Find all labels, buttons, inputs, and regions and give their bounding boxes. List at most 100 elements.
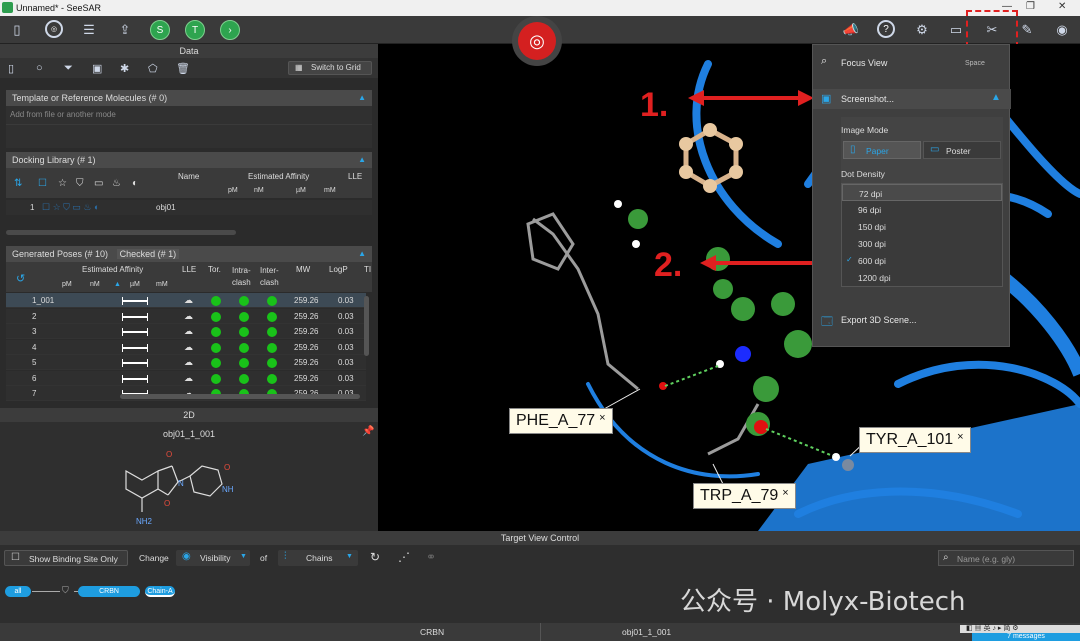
- dpi-option[interactable]: 1200 dpi: [842, 269, 1002, 286]
- mode-t-icon[interactable]: T: [185, 20, 205, 40]
- messages-badge[interactable]: 7 messages: [972, 633, 1080, 641]
- settings-sliders-icon[interactable]: ☰: [80, 20, 98, 40]
- collapse-icon[interactable]: ▲: [358, 246, 366, 262]
- star-col-icon[interactable]: ☆: [58, 178, 67, 189]
- help-icon[interactable]: ?: [877, 20, 895, 38]
- checkbox-col-icon[interactable]: ☐: [38, 178, 47, 189]
- h-scrollbar[interactable]: [6, 230, 236, 235]
- unit-label: µM: [130, 281, 140, 288]
- poster-mode-button[interactable]: ▭ Poster: [923, 141, 1001, 159]
- tor-header[interactable]: Tor.: [208, 265, 221, 274]
- display-icon[interactable]: ▭: [947, 20, 965, 40]
- export-3d-item[interactable]: 🗔 Export 3D Scene...: [813, 311, 1011, 331]
- table-row[interactable]: 5 ☁ 259.26 0.03: [6, 355, 366, 370]
- v-scrollbar[interactable]: [364, 296, 369, 356]
- poses-h-scrollbar[interactable]: [120, 394, 360, 399]
- screenshot-item[interactable]: ▣ Screenshot... ▲: [813, 89, 1011, 109]
- inter-header[interactable]: Inter-clash: [260, 265, 286, 289]
- bookmark-col-icon[interactable]: ⛉: [76, 178, 84, 189]
- mode-arrow-icon[interactable]: ›: [220, 20, 240, 40]
- scatter-icon[interactable]: ⋰: [398, 550, 410, 564]
- pose-id: 2: [32, 311, 37, 321]
- protein-icon: ⛉: [62, 585, 69, 595]
- dpi-option[interactable]: 72 dpi: [842, 184, 1002, 201]
- poses-section-header[interactable]: Generated Poses (# 10) Checked (# 1) ▲: [6, 246, 372, 262]
- flame-col-icon[interactable]: ♨: [112, 178, 121, 189]
- palette-col-icon[interactable]: ◐: [132, 178, 138, 189]
- lle-header[interactable]: LLE: [182, 265, 196, 274]
- trash-icon[interactable]: 🗑: [176, 62, 190, 75]
- filter-icon[interactable]: ⏷: [64, 62, 73, 75]
- close-button[interactable]: ✕: [1058, 1, 1066, 12]
- close-icon[interactable]: ×: [599, 412, 605, 424]
- tool-icon[interactable]: ✱: [120, 62, 129, 75]
- dpi-option[interactable]: 150 dpi: [842, 218, 1002, 235]
- table-row[interactable]: 1 ☐ ☆ ⛉ ▭ ♨ ◐ obj01: [6, 200, 372, 215]
- residue-label[interactable]: TYR_A_101 ×: [859, 427, 971, 453]
- pose-affinity-header[interactable]: Estimated Affinity: [82, 265, 143, 274]
- lle-col-header[interactable]: LLE: [348, 172, 362, 181]
- dpi-option[interactable]: 96 dpi: [842, 201, 1002, 218]
- ti-header[interactable]: TI: [364, 265, 371, 274]
- collapse-icon[interactable]: ▲: [358, 90, 366, 106]
- undo-icon[interactable]: ↺: [16, 272, 25, 285]
- paper-mode-button[interactable]: ▯ Paper: [843, 141, 921, 159]
- collapse-icon[interactable]: ▲: [991, 92, 1001, 103]
- pin-icon[interactable]: 📌: [362, 426, 374, 437]
- link-icon[interactable]: ⚭: [426, 550, 436, 564]
- visibility-dropdown[interactable]: ◉ Visibility ▼: [176, 550, 250, 566]
- center-logo-button[interactable]: ◎: [512, 16, 562, 66]
- doc-icon[interactable]: ▯: [8, 62, 14, 75]
- announce-icon[interactable]: 📣: [842, 20, 860, 40]
- tree-chain-node[interactable]: Chain-A: [145, 586, 175, 597]
- table-row[interactable]: 4 ☁ 259.26 0.03: [6, 339, 366, 355]
- checked-tab[interactable]: Checked (# 1): [116, 249, 180, 259]
- mw-header[interactable]: MW: [296, 265, 310, 274]
- tree-all-node[interactable]: all: [5, 586, 31, 597]
- gear-icon[interactable]: ⚙: [913, 20, 931, 40]
- tor-status-dot: [211, 296, 221, 306]
- template-section-header[interactable]: Template or Reference Molecules (# 0) ▲: [6, 90, 372, 106]
- template-input[interactable]: Add from file or another mode: [6, 106, 372, 124]
- switch-to-grid-button[interactable]: ▦ Switch to Grid: [288, 61, 372, 75]
- eye-icon[interactable]: ◉: [1053, 20, 1071, 40]
- table-row[interactable]: 2 ☁ 259.26 0.03: [6, 308, 366, 324]
- app-logo-icon: [2, 2, 13, 13]
- intra-header[interactable]: Intra-clash: [232, 265, 258, 289]
- table-row[interactable]: 6 ☁ 259.26 0.03: [6, 370, 366, 386]
- star-icon[interactable]: ⬠: [148, 62, 158, 75]
- ime-toolbar[interactable]: ◧ ▦ 英 ♪ ▸ 简 ⚙: [960, 625, 1080, 633]
- restore-button[interactable]: ❐: [1026, 1, 1035, 12]
- affinity-col-header[interactable]: Estimated Affinity: [248, 172, 309, 181]
- refresh-icon[interactable]: ↻: [370, 550, 380, 564]
- row-index: 1: [30, 203, 35, 212]
- comment-col-icon[interactable]: ▭: [94, 178, 103, 189]
- tree-crbn-node[interactable]: CRBN: [78, 586, 140, 597]
- new-file-icon[interactable]: ▯: [8, 20, 26, 40]
- residue-search-input[interactable]: ⌕ Name (e.g. gly): [938, 550, 1074, 566]
- chains-dropdown[interactable]: ⫶ Chains ▼: [278, 550, 358, 566]
- dpi-option[interactable]: ✓ 600 dpi: [842, 252, 1002, 269]
- residue-label[interactable]: TRP_A_79 ×: [693, 483, 796, 509]
- collapse-icon[interactable]: ▲: [358, 152, 366, 168]
- protein-mode-icon[interactable]: ◎: [45, 20, 63, 38]
- close-icon[interactable]: ×: [957, 431, 963, 443]
- table-row[interactable]: 1_001 ☁ 259.26 0.03: [6, 293, 366, 308]
- dpi-option[interactable]: 300 dpi: [842, 235, 1002, 252]
- docking-section-header[interactable]: Docking Library (# 1) ▲: [6, 152, 372, 168]
- export-icon[interactable]: ⇪: [116, 20, 134, 40]
- close-icon[interactable]: ×: [782, 487, 788, 499]
- show-binding-site-button[interactable]: ☐ Show Binding Site Only: [4, 550, 128, 566]
- name-col-header[interactable]: Name: [178, 172, 199, 181]
- mode-s-icon[interactable]: S: [150, 20, 170, 40]
- sort-asc-icon[interactable]: ▲: [114, 281, 121, 288]
- residue-label[interactable]: PHE_A_77 ×: [509, 408, 613, 434]
- table-row[interactable]: 3 ☁ 259.26 0.03: [6, 324, 366, 339]
- logp-header[interactable]: LogP: [329, 265, 348, 274]
- pose-id: 6: [32, 373, 37, 383]
- circle-icon[interactable]: ○: [36, 62, 43, 74]
- focus-view-item[interactable]: ⌕ Focus View Space: [813, 55, 1011, 71]
- save-icon[interactable]: ▣: [92, 62, 102, 75]
- wrench-icon[interactable]: ✎: [1018, 20, 1036, 40]
- sort-icon[interactable]: ⇅: [14, 178, 22, 189]
